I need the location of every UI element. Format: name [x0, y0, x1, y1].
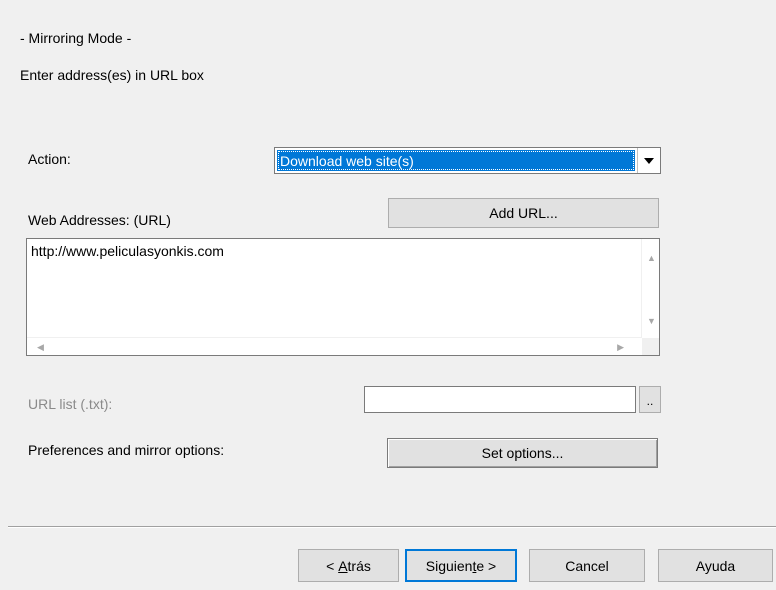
help-button[interactable]: Ayuda — [658, 549, 773, 582]
scrollbar-corner — [642, 338, 659, 355]
chevron-down-icon[interactable] — [637, 148, 660, 173]
next-button[interactable]: Siguien t e > — [405, 549, 517, 582]
back-button-prefix: < — [326, 557, 339, 574]
scroll-right-arrow-icon[interactable]: ▶ — [617, 342, 624, 352]
url-list-field[interactable] — [364, 386, 636, 413]
footer-separator — [8, 526, 776, 528]
back-button-rest: trás — [347, 557, 371, 574]
set-options-button[interactable]: Set options... — [387, 438, 658, 468]
back-button-accel: A — [338, 557, 348, 574]
web-addresses-label: Web Addresses: (URL) — [28, 212, 171, 228]
vertical-scrollbar[interactable]: ▲ ▼ — [641, 239, 659, 338]
cancel-button[interactable]: Cancel — [529, 549, 645, 582]
back-button[interactable]: < Atrás — [298, 549, 399, 582]
scroll-left-arrow-icon[interactable]: ◀ — [37, 342, 44, 352]
url-textarea-value: http://www.peliculasyonkis.com — [31, 243, 224, 259]
scroll-down-arrow-icon[interactable]: ▼ — [647, 316, 656, 326]
preferences-label: Preferences and mirror options: — [28, 442, 225, 458]
action-label: Action: — [28, 151, 71, 167]
browse-button[interactable]: .. — [639, 386, 661, 413]
url-textarea[interactable]: http://www.peliculasyonkis.com ▲ ▼ ◀ ▶ — [26, 238, 660, 356]
action-selected-value: Download web site(s) — [277, 150, 635, 171]
mode-title: - Mirroring Mode - — [20, 30, 132, 46]
scroll-up-arrow-icon[interactable]: ▲ — [647, 253, 656, 263]
add-url-button[interactable]: Add URL... — [388, 198, 659, 228]
next-button-rest: e > — [476, 557, 497, 574]
url-list-label: URL list (.txt): — [28, 396, 113, 412]
action-dropdown[interactable]: Download web site(s) — [274, 147, 661, 174]
instruction-text: Enter address(es) in URL box — [20, 67, 204, 83]
next-button-prefix: Siguien — [425, 557, 473, 574]
horizontal-scrollbar[interactable]: ◀ ▶ — [27, 337, 642, 355]
